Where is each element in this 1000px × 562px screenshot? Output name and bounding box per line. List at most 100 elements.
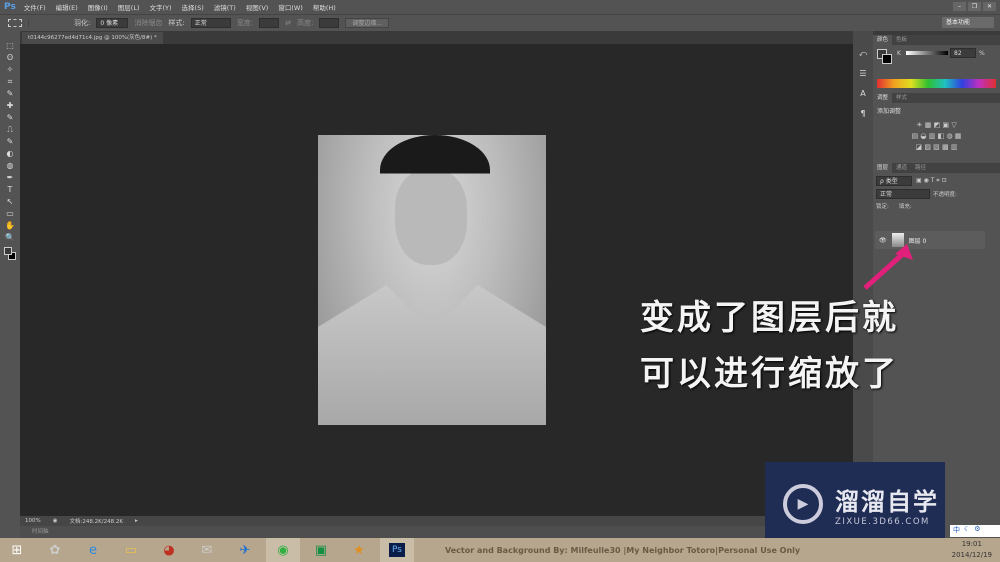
swap-icon[interactable]: ⇄: [285, 19, 291, 27]
history-brush-icon[interactable]: ✎: [4, 137, 16, 147]
store-icon[interactable]: ▣: [304, 538, 338, 562]
hand-tool-icon[interactable]: ✋: [4, 221, 16, 231]
watermark: ▶ 溜溜自学 ZIXUE.3D66.COM: [765, 462, 945, 546]
caption-line-1: 变成了图层后就: [640, 298, 899, 338]
photoshop-logo: Ps: [4, 2, 16, 12]
feather-label: 羽化:: [74, 19, 91, 27]
start-button-windows-icon[interactable]: ⊞: [0, 538, 34, 562]
adjustment-icons-row-2[interactable]: ▤ ◒ ▥ ◧ ◍ ▦: [873, 132, 1000, 140]
antialias-checkbox[interactable]: 消除锯齿: [134, 18, 162, 28]
tab-styles[interactable]: 样式: [892, 93, 911, 103]
minimize-button[interactable]: –: [953, 2, 966, 11]
adjustments-panel: 添加调整 ☀ ▦ ◩ ▣ ▽ ▤ ◒ ▥ ◧ ◍ ▦ ◪ ▨ ▨ ▩ ▥: [873, 103, 1000, 163]
blur-tool-icon[interactable]: ◍: [4, 161, 16, 171]
eraser-tool-icon[interactable]: ◐: [4, 149, 16, 159]
tab-paths[interactable]: 路径: [911, 163, 930, 173]
blend-mode-select[interactable]: 正常: [876, 189, 930, 199]
paragraph-icon[interactable]: ¶: [857, 109, 869, 121]
play-logo-icon: ▶: [783, 484, 823, 524]
wallpaper-credit-text: Vector and Background By: Milfeulle30 |M…: [445, 546, 801, 555]
width-label: 宽度:: [236, 19, 254, 27]
character-icon[interactable]: A: [857, 89, 869, 101]
marquee-tool-icon[interactable]: ⬚: [4, 41, 16, 51]
foreground-background-colors[interactable]: [4, 247, 16, 263]
workspace-select[interactable]: 基本功能: [942, 17, 994, 28]
menu-filter[interactable]: 滤镜(T): [214, 2, 236, 12]
clock-date: 2014/12/19: [951, 551, 992, 559]
type-tool-icon[interactable]: T: [4, 185, 16, 195]
tab-adjustments[interactable]: 调整: [873, 93, 893, 103]
close-button[interactable]: ✕: [983, 2, 996, 11]
photoshop-taskbar-icon[interactable]: Ps: [380, 538, 414, 562]
green-browser-icon[interactable]: ◉: [266, 538, 300, 562]
ime-label[interactable]: 中: [953, 525, 960, 537]
settings-icon[interactable]: ⚙: [974, 525, 980, 537]
tab-swatches[interactable]: 色板: [892, 35, 911, 45]
menu-view[interactable]: 视图(V): [246, 2, 269, 12]
tab-channels[interactable]: 通道: [892, 163, 911, 173]
feather-input[interactable]: 0 像素: [96, 18, 129, 28]
menu-type[interactable]: 文字(Y): [150, 2, 172, 12]
style-label: 样式:: [168, 19, 185, 27]
caption-line-2: 可以进行缩放了: [640, 354, 899, 394]
fill-label: 填充:: [898, 204, 912, 210]
file-explorer-icon[interactable]: ▭: [114, 538, 148, 562]
width-input[interactable]: [259, 18, 280, 28]
lock-label: 锁定:: [876, 204, 889, 210]
menu-window[interactable]: 窗口(W): [278, 2, 303, 12]
adjustment-icons-row-1[interactable]: ☀ ▦ ◩ ▣ ▽: [873, 121, 1000, 129]
status-menu-arrow-icon[interactable]: ▸: [135, 518, 138, 524]
kuwo-app-icon[interactable]: ★: [342, 538, 376, 562]
lasso-tool-icon[interactable]: ʘ: [4, 53, 16, 63]
menu-layer[interactable]: 图层(L): [118, 2, 140, 12]
ie-browser-icon[interactable]: e: [76, 538, 110, 562]
path-select-tool-icon[interactable]: ↖: [4, 197, 16, 207]
ime-bar[interactable]: 中 ☾ ⚙: [950, 525, 1000, 537]
chrome-like-icon[interactable]: ◕: [152, 538, 186, 562]
document-tab[interactable]: t0144c96277ed4d71c4.jpg @ 100%(灰色/8#) *: [22, 32, 163, 44]
properties-icon[interactable]: ☰: [857, 69, 869, 81]
restore-button[interactable]: ❐: [968, 2, 981, 11]
height-label: 高度:: [296, 19, 314, 27]
bird-app-icon[interactable]: ✈: [228, 538, 262, 562]
menu-select[interactable]: 选择(S): [182, 2, 204, 12]
notepad-app-icon[interactable]: ✉: [190, 538, 224, 562]
percent-label: %: [979, 50, 985, 57]
k-value-input[interactable]: 82: [950, 48, 976, 58]
marquee-tool-preset-icon[interactable]: [8, 19, 22, 27]
healing-tool-icon[interactable]: ✚: [4, 101, 16, 111]
watermark-url: ZIXUE.3D66.COM: [835, 516, 930, 527]
menu-edit[interactable]: 编辑(E): [56, 2, 78, 12]
menu-help[interactable]: 帮助(H): [313, 2, 336, 12]
tab-color[interactable]: 颜色: [873, 35, 893, 45]
adjustment-icons-row-3[interactable]: ◪ ▨ ▨ ▩ ▥: [873, 143, 1000, 151]
menu-file[interactable]: 文件(F): [24, 2, 46, 12]
eyedropper-tool-icon[interactable]: ✎: [4, 89, 16, 99]
zoom-tool-icon[interactable]: 🔍: [4, 233, 16, 243]
crop-tool-icon[interactable]: ⌗: [4, 77, 16, 87]
color-spectrum[interactable]: [877, 79, 996, 88]
add-adjustment-title: 添加调整: [877, 108, 902, 115]
shape-tool-icon[interactable]: ▭: [4, 209, 16, 219]
k-slider[interactable]: [906, 51, 948, 55]
tab-layers[interactable]: 图层: [873, 163, 893, 173]
brush-tool-icon[interactable]: ✎: [4, 113, 16, 123]
layer-filter-icons[interactable]: ▣ ◉ T ⌗ ⊡: [916, 177, 947, 185]
color-panel: K 82 %: [873, 45, 1000, 93]
selection-mode-icons[interactable]: [28, 19, 68, 27]
system-clock[interactable]: 19:01 2014/12/19: [952, 539, 992, 561]
timeline-panel[interactable]: 时间轴: [20, 526, 853, 538]
height-input[interactable]: [319, 18, 340, 28]
stamp-tool-icon[interactable]: ⎍: [4, 125, 16, 135]
history-icon[interactable]: ⤺: [857, 49, 869, 61]
style-select[interactable]: 正常: [190, 18, 231, 28]
menu-bar: Ps 文件(F) 编辑(E) 图像(I) 图层(L) 文字(Y) 选择(S) 滤…: [0, 0, 1000, 14]
quick-select-tool-icon[interactable]: ✧: [4, 65, 16, 75]
menu-image[interactable]: 图像(I): [88, 2, 108, 12]
layer-filter-select[interactable]: ρ 类型: [876, 176, 912, 186]
zoom-level[interactable]: 100%: [25, 518, 41, 524]
app-icon-colorful[interactable]: ✿: [38, 538, 72, 562]
status-bar: 100% ◉ 文档:248.2K/248.2K ▸: [20, 516, 853, 526]
pen-tool-icon[interactable]: ✒: [4, 173, 16, 183]
refine-edge-button[interactable]: 调整边缘...: [345, 18, 390, 28]
